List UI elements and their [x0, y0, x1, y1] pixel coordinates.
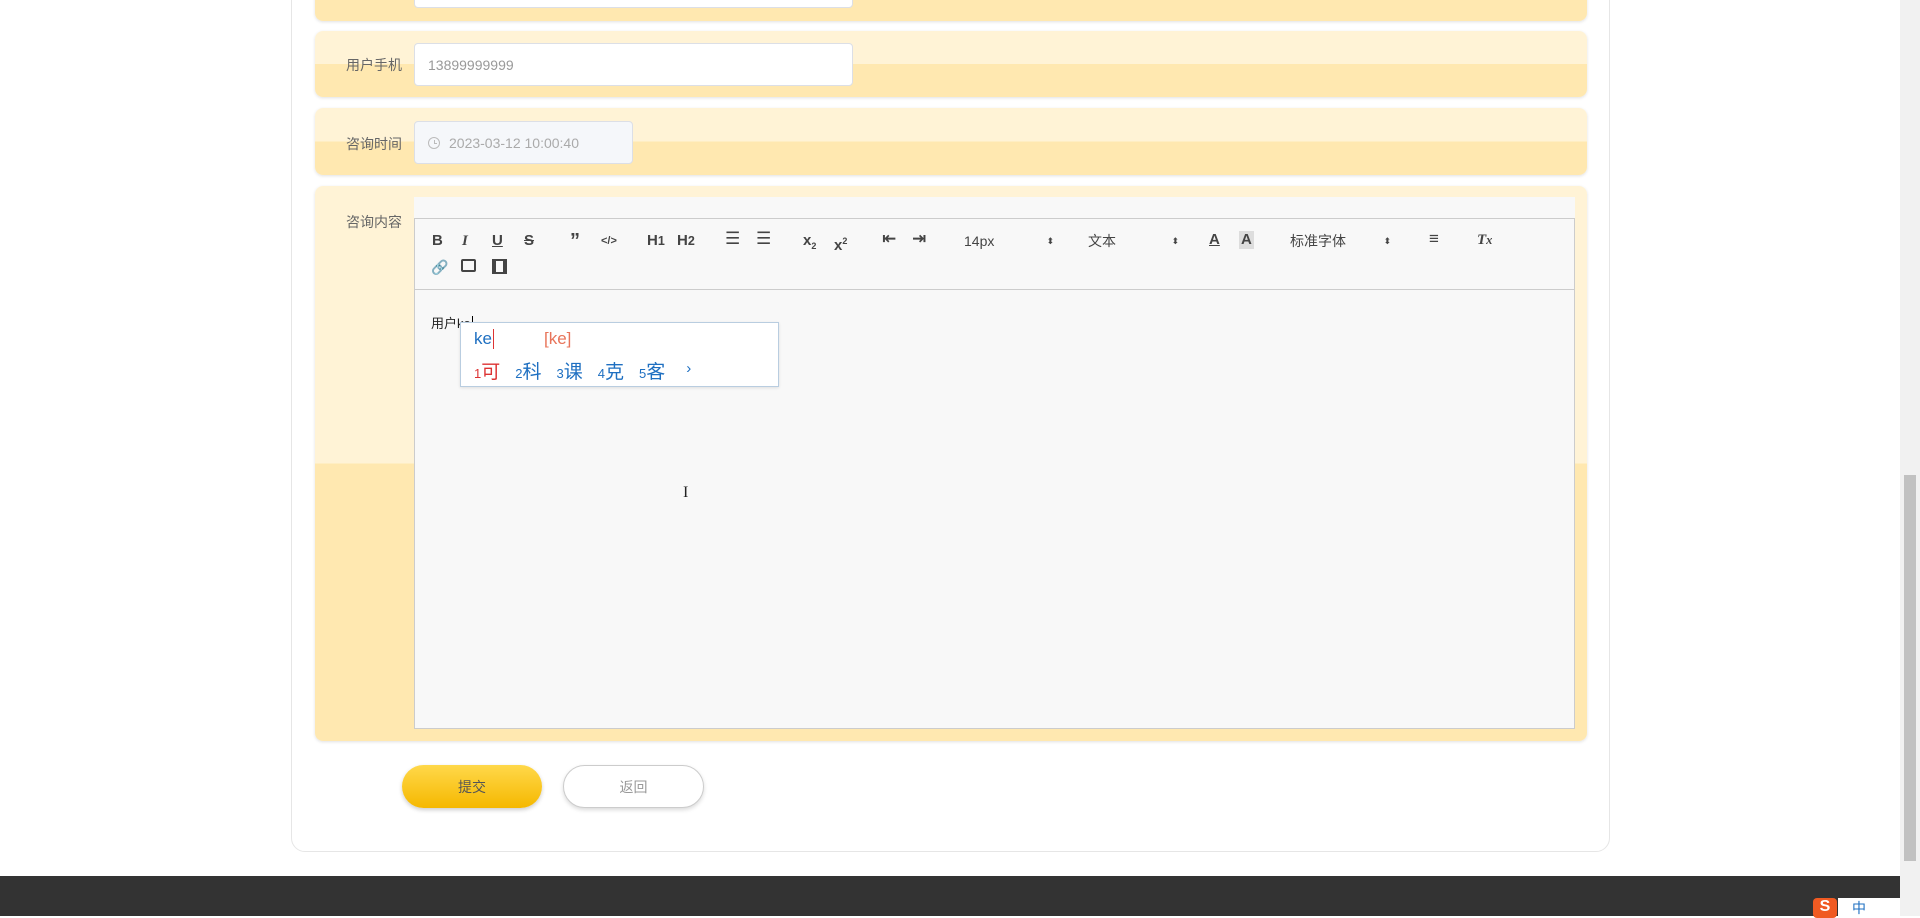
- scrollbar-thumb[interactable]: [1904, 475, 1916, 861]
- italic-icon[interactable]: I: [462, 232, 468, 250]
- ime-next-page[interactable]: ›: [686, 357, 691, 384]
- outdent-icon[interactable]: ⇤: [882, 230, 896, 248]
- time-picker[interactable]: 2023-03-12 10:00:40: [414, 121, 633, 164]
- back-button[interactable]: 返回: [563, 765, 704, 808]
- font-size-value: 14px: [964, 233, 995, 249]
- time-value: 2023-03-12 10:00:40: [449, 134, 579, 151]
- ime-candidate-popup: ke [ke] 1可 2科 3课 4克 5客 ›: [460, 322, 779, 387]
- ime-tray-mode[interactable]: 中: [1838, 898, 1900, 916]
- font-color-icon[interactable]: A: [1209, 231, 1220, 249]
- h2-icon[interactable]: H2: [677, 232, 695, 250]
- content-label: 咨询内容: [346, 214, 402, 230]
- form-row-time: 咨询时间 2023-03-12 10:00:40: [315, 108, 1587, 175]
- page-footer: [0, 876, 1900, 916]
- header-select[interactable]: 文本 ⬍: [1088, 232, 1179, 250]
- ime-pinyin: [ke]: [544, 329, 572, 348]
- indent-icon[interactable]: ⇥: [912, 230, 926, 248]
- ime-candidate[interactable]: 5客: [639, 357, 665, 384]
- video-icon[interactable]: [492, 259, 507, 274]
- font-family-value: 标准字体: [1290, 233, 1346, 249]
- sogou-ime-logo-icon[interactable]: S: [1813, 898, 1837, 918]
- ime-candidate[interactable]: 2科: [515, 357, 541, 384]
- editor-top-strip: [414, 197, 1575, 218]
- strike-icon[interactable]: S: [524, 232, 534, 250]
- time-label: 咨询时间: [346, 136, 402, 152]
- ime-candidate[interactable]: 4克: [598, 357, 624, 384]
- bullet-list-icon[interactable]: ☰: [756, 230, 771, 248]
- phone-label: 用户手机: [346, 57, 402, 73]
- form-row-previous: [315, 0, 1587, 21]
- subscript-icon[interactable]: x2: [803, 232, 816, 255]
- select-arrows-icon: ⬍: [1383, 236, 1391, 246]
- rich-text-editor[interactable]: B I U S ” </> H1 H2 ☰ ☰ x2 x2 ⇤ ⇥ 14px ⬍ …: [414, 218, 1575, 729]
- select-arrows-icon: ⬍: [1046, 236, 1054, 246]
- ordered-list-icon[interactable]: ☰: [725, 230, 740, 248]
- text-cursor-icon: I: [683, 484, 689, 501]
- h1-icon[interactable]: H1: [647, 232, 665, 250]
- image-icon[interactable]: [461, 259, 476, 272]
- background-color-icon[interactable]: A: [1239, 231, 1254, 249]
- blockquote-icon[interactable]: ”: [570, 231, 580, 251]
- header-value: 文本: [1088, 233, 1116, 249]
- code-block-icon[interactable]: </>: [601, 232, 617, 250]
- clock-icon: [428, 136, 440, 149]
- underline-icon[interactable]: U: [492, 232, 503, 250]
- ime-candidate[interactable]: 3课: [557, 357, 583, 384]
- font-size-select[interactable]: 14px ⬍: [964, 232, 1054, 250]
- link-icon[interactable]: 🔗: [431, 258, 448, 276]
- ime-candidate[interactable]: 1可: [474, 357, 500, 384]
- ime-candidates: 1可 2科 3课 4克 5客 ›: [474, 357, 691, 384]
- font-family-select[interactable]: 标准字体 ⬍: [1290, 232, 1391, 250]
- superscript-icon[interactable]: x2: [834, 232, 847, 255]
- select-arrows-icon: ⬍: [1171, 236, 1179, 246]
- form-row-phone: 用户手机 13899999999: [315, 31, 1587, 97]
- bold-icon[interactable]: B: [432, 232, 443, 250]
- align-icon[interactable]: ≡: [1429, 230, 1439, 248]
- previous-input[interactable]: [414, 0, 853, 8]
- phone-input[interactable]: 13899999999: [414, 43, 853, 86]
- ime-input: ke: [474, 329, 494, 349]
- submit-button[interactable]: 提交: [402, 765, 542, 808]
- page-scrollbar[interactable]: [1900, 0, 1920, 916]
- clear-format-icon[interactable]: Tx: [1477, 231, 1492, 249]
- editor-toolbar: B I U S ” </> H1 H2 ☰ ☰ x2 x2 ⇤ ⇥ 14px ⬍ …: [415, 219, 1574, 290]
